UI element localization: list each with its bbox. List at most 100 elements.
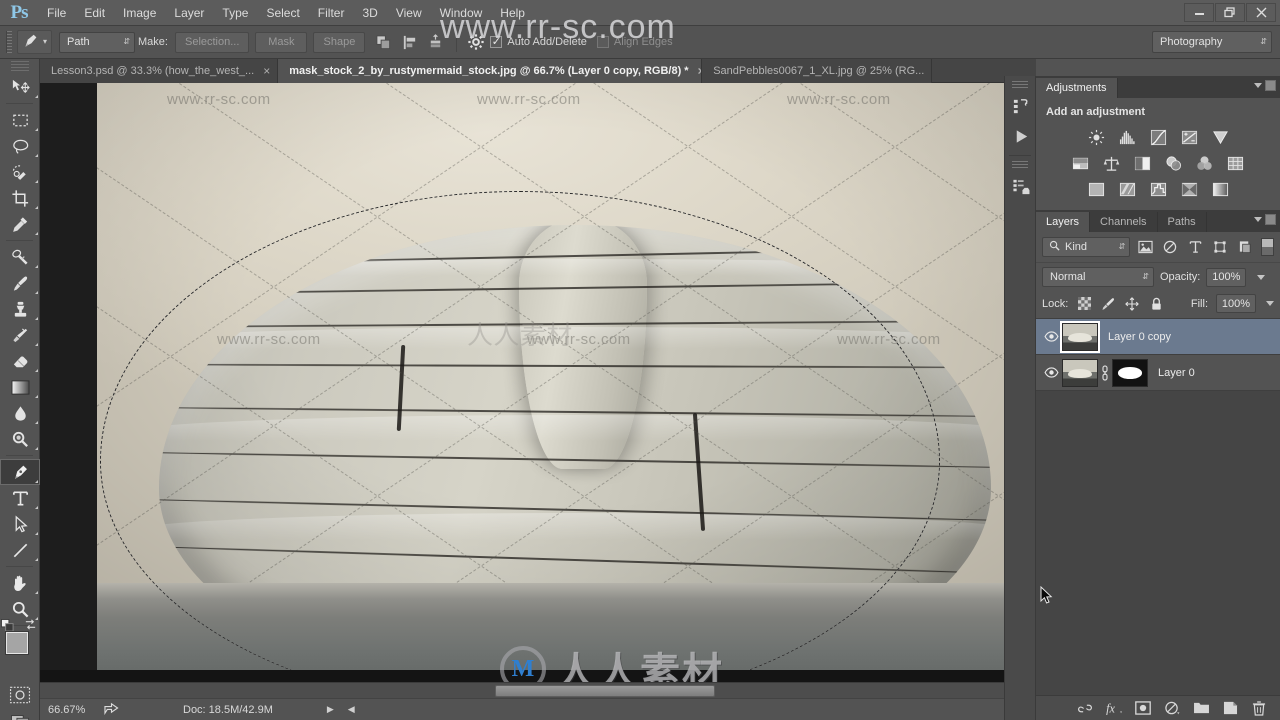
threshold-adjustment[interactable] <box>1147 179 1169 199</box>
tool-brush[interactable] <box>0 270 40 296</box>
curves-adjustment[interactable] <box>1147 127 1169 147</box>
tab-layers[interactable]: Layers <box>1036 212 1090 232</box>
color-lookup-adjustment[interactable] <box>1225 153 1247 173</box>
lock-all-icon[interactable] <box>1148 296 1164 312</box>
dock-gripper[interactable] <box>1012 161 1028 169</box>
menu-window[interactable]: Window <box>431 0 492 26</box>
selective-color-adjustment[interactable] <box>1178 179 1200 199</box>
menu-help[interactable]: Help <box>491 0 534 26</box>
make-selection-button[interactable]: Selection... <box>175 32 249 53</box>
layer-thumbnail[interactable] <box>1062 323 1098 351</box>
tab-paths[interactable]: Paths <box>1158 212 1207 232</box>
tool-eyedropper[interactable] <box>0 211 40 237</box>
layer-visibility-toggle[interactable] <box>1040 355 1062 391</box>
levels-adjustment[interactable] <box>1116 127 1138 147</box>
brightness-contrast-adjustment[interactable] <box>1085 127 1107 147</box>
layer-row-layer-0-copy[interactable]: Layer 0 copy <box>1036 319 1280 355</box>
status-expand-arrow-icon[interactable]: ▶ <box>327 704 334 715</box>
tool-type[interactable] <box>0 485 40 511</box>
gradient-map-adjustment[interactable] <box>1209 179 1231 199</box>
layer-filter-kind-select[interactable]: Kind ⇵ <box>1042 237 1130 257</box>
link-layers-button[interactable] <box>1076 699 1094 717</box>
layer-name-label[interactable]: Layer 0 copy <box>1108 331 1171 343</box>
lock-image-pixels-icon[interactable] <box>1100 296 1116 312</box>
tool-line[interactable] <box>0 537 40 563</box>
blend-mode-select[interactable]: Normal ⇵ <box>1042 267 1154 287</box>
filter-smart-objects-icon[interactable] <box>1235 237 1255 257</box>
panel-menu-triangle-icon[interactable] <box>1254 83 1262 88</box>
channel-mixer-adjustment[interactable] <box>1194 153 1216 173</box>
tool-quick-selection[interactable] <box>0 159 40 185</box>
new-adjustment-layer-button[interactable] <box>1163 699 1181 717</box>
menu-edit[interactable]: Edit <box>75 0 114 26</box>
layer-row-layer-0[interactable]: Layer 0 <box>1036 355 1280 391</box>
tool-history-brush[interactable] <box>0 322 40 348</box>
tool-lasso[interactable] <box>0 133 40 159</box>
posterize-adjustment[interactable] <box>1116 179 1138 199</box>
tool-move[interactable] <box>0 74 40 100</box>
history-panel-icon[interactable] <box>1005 91 1037 121</box>
path-operations-icon[interactable] <box>371 30 395 54</box>
fill-field[interactable]: 100% <box>1216 294 1256 313</box>
color-balance-adjustment[interactable] <box>1101 153 1123 173</box>
path-mode-select[interactable]: Path ⇵ <box>59 32 135 53</box>
menu-layer[interactable]: Layer <box>165 0 213 26</box>
foreground-color-swatch[interactable] <box>6 632 28 654</box>
tool-spot-healing-brush[interactable] <box>0 244 40 270</box>
layer-mask-thumbnail[interactable] <box>1112 359 1148 387</box>
filter-enable-toggle[interactable] <box>1261 238 1274 256</box>
layer-name-label[interactable]: Layer 0 <box>1158 367 1195 379</box>
menu-view[interactable]: View <box>387 0 431 26</box>
panel-menu-triangle-icon[interactable] <box>1254 217 1262 222</box>
lock-transparent-pixels-icon[interactable] <box>1076 296 1092 312</box>
actions-panel-icon[interactable] <box>1005 171 1037 201</box>
quick-mask-toggle[interactable] <box>0 682 40 708</box>
black-white-adjustment[interactable] <box>1132 153 1154 173</box>
dock-gripper[interactable] <box>1012 81 1028 89</box>
tool-path-selection[interactable] <box>0 511 40 537</box>
align-edges-checkbox[interactable]: ✓ Align Edges <box>597 36 673 48</box>
tool-clone-stamp[interactable] <box>0 296 40 322</box>
close-button[interactable] <box>1246 3 1276 22</box>
close-icon[interactable]: × <box>263 65 270 77</box>
menu-file[interactable]: File <box>38 0 75 26</box>
layer-mask-link-icon[interactable] <box>1098 365 1112 381</box>
new-group-button[interactable] <box>1192 699 1210 717</box>
status-collapse-arrow-icon[interactable]: ◀ <box>348 704 355 715</box>
lock-position-icon[interactable] <box>1124 296 1140 312</box>
canvas-area[interactable]: www.rr-sc.com www.rr-sc.com www.rr-sc.co… <box>40 83 1036 720</box>
filter-shape-layers-icon[interactable] <box>1210 237 1230 257</box>
add-layer-mask-button[interactable] <box>1134 699 1152 717</box>
layer-style-button[interactable]: fx <box>1105 699 1123 717</box>
layer-thumbnail[interactable] <box>1062 359 1098 387</box>
layers-panel-menu[interactable] <box>1254 214 1276 225</box>
tool-rectangular-marquee[interactable] <box>0 107 40 133</box>
menu-3d[interactable]: 3D <box>353 0 386 26</box>
document-canvas[interactable]: www.rr-sc.com www.rr-sc.com www.rr-sc.co… <box>40 83 1020 698</box>
restore-button[interactable] <box>1215 3 1245 22</box>
document-image[interactable]: www.rr-sc.com www.rr-sc.com www.rr-sc.co… <box>97 83 1020 670</box>
filter-type-layers-icon[interactable] <box>1185 237 1205 257</box>
opacity-field[interactable]: 100% <box>1206 268 1246 287</box>
tool-dodge[interactable] <box>0 426 40 452</box>
tool-crop[interactable] <box>0 185 40 211</box>
options-bar-gripper[interactable] <box>6 31 12 53</box>
tool-blur[interactable] <box>0 400 40 426</box>
canvas-horizontal-scrollbar[interactable] <box>40 682 1020 698</box>
new-layer-button[interactable] <box>1221 699 1239 717</box>
screen-mode-toggle[interactable] <box>0 708 40 720</box>
horizontal-scrollbar-thumb[interactable] <box>495 685 715 697</box>
gear-icon[interactable] <box>464 30 488 54</box>
auto-add-delete-checkbox[interactable]: ✓ Auto Add/Delete <box>490 36 587 48</box>
invert-adjustment[interactable] <box>1085 179 1107 199</box>
tool-preset-picker[interactable]: ▾ <box>17 30 52 54</box>
tab-adjustments[interactable]: Adjustments <box>1036 78 1118 98</box>
menu-select[interactable]: Select <box>257 0 308 26</box>
menu-type[interactable]: Type <box>213 0 257 26</box>
layer-visibility-toggle[interactable] <box>1040 319 1062 355</box>
document-tab-mask-stock[interactable]: mask_stock_2_by_rustymermaid_stock.jpg @… <box>278 59 702 83</box>
tool-pen[interactable] <box>0 459 40 485</box>
photo-filter-adjustment[interactable] <box>1163 153 1185 173</box>
actions-play-icon[interactable] <box>1005 121 1037 151</box>
filter-adjustment-layers-icon[interactable] <box>1160 237 1180 257</box>
